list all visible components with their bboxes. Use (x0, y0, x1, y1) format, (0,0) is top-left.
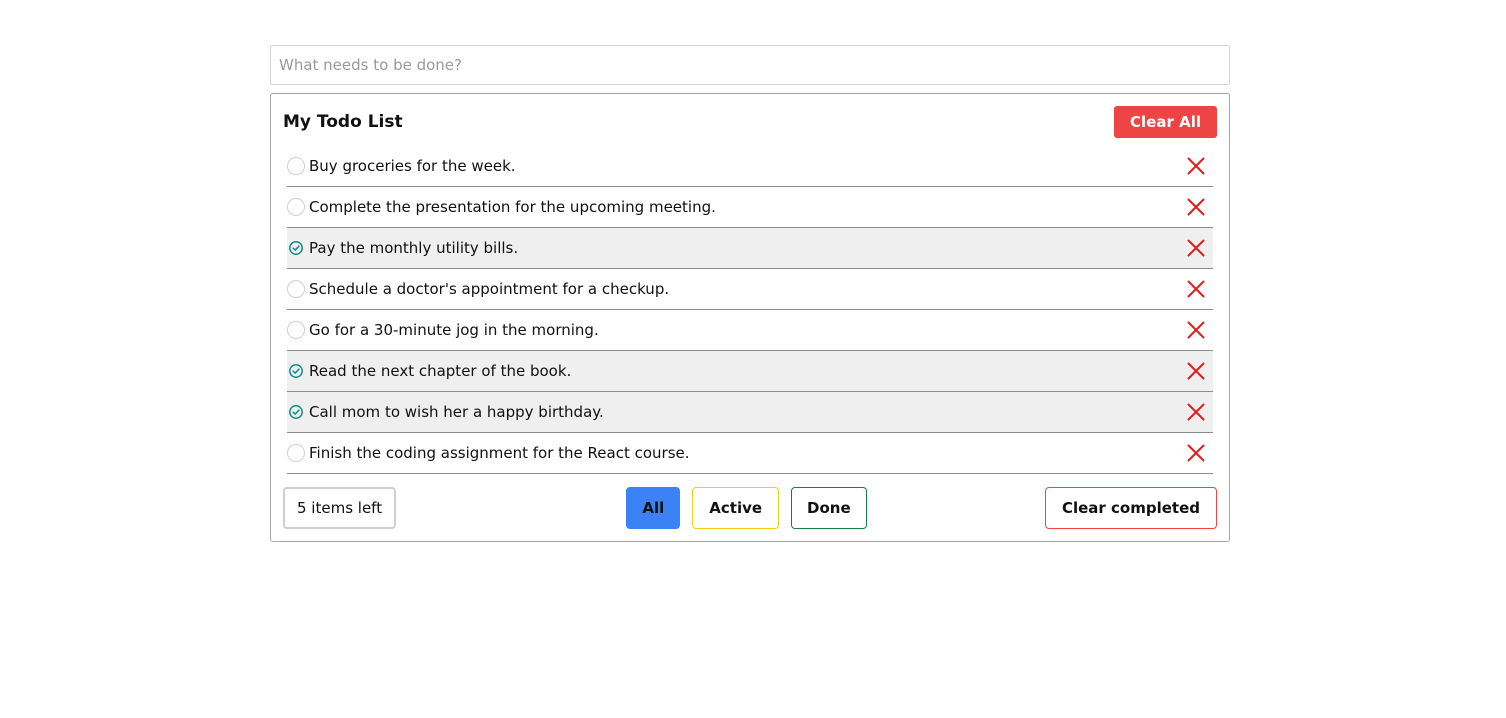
todo-text: Call mom to wish her a happy birthday. (309, 403, 604, 421)
todo-item[interactable]: Buy groceries for the week. (287, 146, 1213, 187)
close-icon[interactable] (1179, 231, 1213, 265)
footer: 5 items left All Active Done Clear compl… (283, 487, 1217, 529)
todo-item[interactable]: Pay the monthly utility bills. (287, 228, 1213, 269)
todo-item[interactable]: Go for a 30-minute jog in the morning. (287, 310, 1213, 351)
todo-text: Finish the coding assignment for the Rea… (309, 444, 690, 462)
todo-text: Read the next chapter of the book. (309, 362, 572, 380)
todo-text: Complete the presentation for the upcomi… (309, 198, 716, 216)
todo-app: My Todo List Clear All Buy groceries for… (270, 45, 1230, 542)
empty-circle-icon[interactable] (287, 280, 305, 298)
empty-circle-icon[interactable] (287, 321, 305, 339)
todo-text: Go for a 30-minute jog in the morning. (309, 321, 599, 339)
todo-item[interactable]: Call mom to wish her a happy birthday. (287, 392, 1213, 433)
items-left-count: 5 items left (283, 487, 397, 529)
close-icon[interactable] (1179, 436, 1213, 470)
check-circle-icon[interactable] (287, 403, 305, 421)
todo-item[interactable]: Schedule a doctor's appointment for a ch… (287, 269, 1213, 310)
filter-group: All Active Done (626, 487, 867, 529)
close-icon[interactable] (1179, 395, 1213, 429)
close-icon[interactable] (1179, 149, 1213, 183)
close-icon[interactable] (1179, 190, 1213, 224)
todo-item[interactable]: Read the next chapter of the book. (287, 351, 1213, 392)
empty-circle-icon[interactable] (287, 198, 305, 216)
filter-all-button[interactable]: All (626, 487, 681, 529)
todo-text: Buy groceries for the week. (309, 157, 516, 175)
todo-text: Schedule a doctor's appointment for a ch… (309, 280, 670, 298)
todo-item[interactable]: Complete the presentation for the upcomi… (287, 187, 1213, 228)
clear-completed-button[interactable]: Clear completed (1044, 487, 1217, 529)
empty-circle-icon[interactable] (287, 157, 305, 175)
todo-text: Pay the monthly utility bills. (309, 239, 519, 257)
check-circle-icon[interactable] (287, 239, 305, 257)
todo-card: My Todo List Clear All Buy groceries for… (270, 93, 1230, 542)
close-icon[interactable] (1179, 313, 1213, 347)
card-header: My Todo List Clear All (283, 106, 1217, 138)
new-todo-input[interactable] (270, 45, 1230, 85)
close-icon[interactable] (1179, 354, 1213, 388)
clear-all-button[interactable]: Clear All (1114, 106, 1217, 138)
close-icon[interactable] (1179, 272, 1213, 306)
page-title: My Todo List (283, 112, 403, 132)
empty-circle-icon[interactable] (287, 444, 305, 462)
todo-item[interactable]: Finish the coding assignment for the Rea… (287, 433, 1213, 474)
check-circle-icon[interactable] (287, 362, 305, 380)
todo-list: Buy groceries for the week. Complete the … (287, 146, 1213, 474)
filter-done-button[interactable]: Done (791, 487, 867, 529)
filter-active-button[interactable]: Active (692, 487, 780, 529)
